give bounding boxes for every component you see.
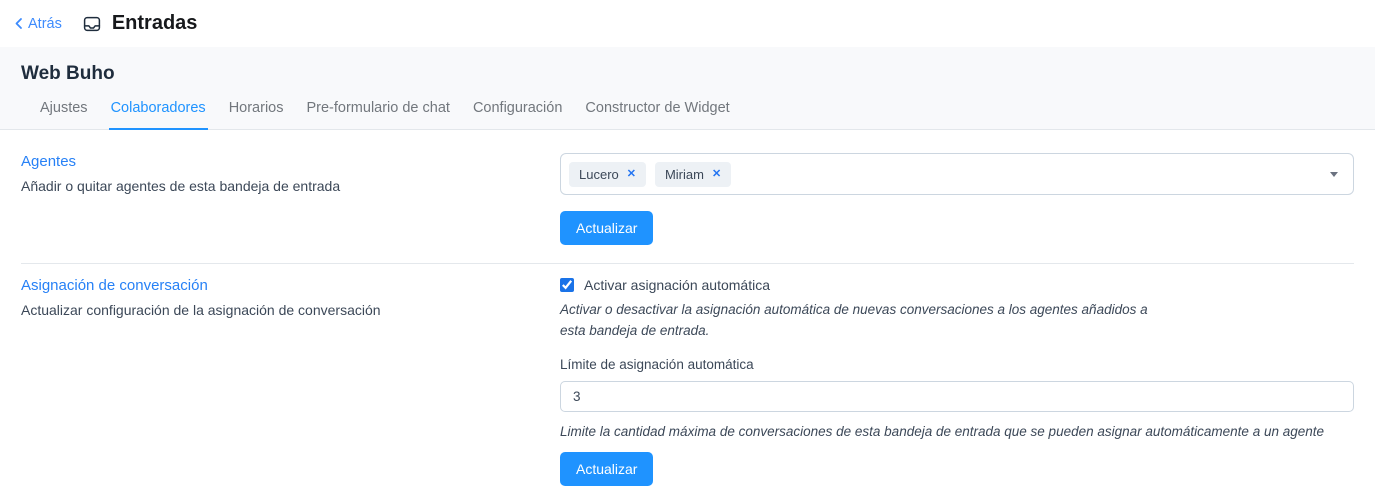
agents-section-info: Agentes Añadir o quitar agentes de esta …	[21, 153, 560, 245]
assignment-section: Asignación de conversación Actualizar co…	[21, 264, 1354, 486]
tab-colaboradores[interactable]: Colaboradores	[108, 100, 208, 130]
agents-multiselect[interactable]: Lucero ✕ Miriam ✕	[560, 153, 1354, 195]
remove-agent-icon[interactable]: ✕	[627, 168, 636, 180]
agents-section: Agentes Añadir o quitar agentes de esta …	[21, 130, 1354, 245]
tab-constructor-de-widget[interactable]: Constructor de Widget	[583, 100, 731, 129]
back-button[interactable]: Atrás	[14, 16, 62, 32]
auto-assignment-checkbox[interactable]	[560, 278, 574, 292]
page-title: Entradas	[111, 12, 198, 34]
inbox-name: Web Buho	[21, 63, 115, 84]
update-agents-button[interactable]: Actualizar	[560, 211, 654, 245]
inbox-header: Web Buho Ajustes Colaboradores Horarios …	[0, 47, 1375, 130]
settings-content: Agentes Añadir o quitar agentes de esta …	[0, 130, 1375, 486]
chevron-down-icon[interactable]	[1330, 172, 1338, 177]
limit-help: Limite la cantidad máxima de conversacio…	[560, 423, 1325, 439]
auto-assignment-help: Activar o desactivar la asignación autom…	[560, 302, 1148, 338]
auto-assignment-label: Activar asignación automática	[584, 277, 770, 293]
agent-tag: Miriam ✕	[654, 161, 732, 187]
tab-bar: Ajustes Colaboradores Horarios Pre-formu…	[38, 100, 1354, 130]
agent-tag: Lucero ✕	[569, 161, 646, 187]
agent-tag-label: Lucero	[579, 166, 619, 182]
assignment-section-controls: Activar asignación automática Activar o …	[560, 277, 1354, 486]
agents-section-description: Añadir o quitar agentes de esta bandeja …	[21, 178, 341, 194]
update-assignment-button[interactable]: Actualizar	[560, 451, 654, 486]
assignment-section-info: Asignación de conversación Actualizar co…	[21, 277, 560, 486]
assignment-section-title: Asignación de conversación	[21, 277, 208, 294]
inbox-icon	[83, 15, 101, 33]
agents-section-controls: Lucero ✕ Miriam ✕ Actualizar	[560, 153, 1354, 245]
limit-field-label: Límite de asignación automática	[560, 356, 754, 372]
topbar: Atrás Entradas	[0, 0, 1375, 47]
back-label: Atrás	[28, 15, 62, 32]
tab-configuracion[interactable]: Configuración	[471, 100, 564, 129]
agents-section-title: Agentes	[21, 153, 77, 170]
limit-input[interactable]	[560, 380, 1354, 412]
auto-assignment-toggle[interactable]: Activar asignación automática	[560, 277, 1354, 293]
remove-agent-icon[interactable]: ✕	[712, 168, 721, 180]
agent-tag-label: Miriam	[664, 166, 704, 182]
chevron-left-icon	[14, 17, 24, 30]
tab-pre-formulario-de-chat[interactable]: Pre-formulario de chat	[304, 100, 451, 129]
assignment-section-description: Actualizar configuración de la asignació…	[21, 302, 381, 318]
tab-horarios[interactable]: Horarios	[227, 100, 286, 129]
tab-ajustes[interactable]: Ajustes	[38, 100, 90, 129]
